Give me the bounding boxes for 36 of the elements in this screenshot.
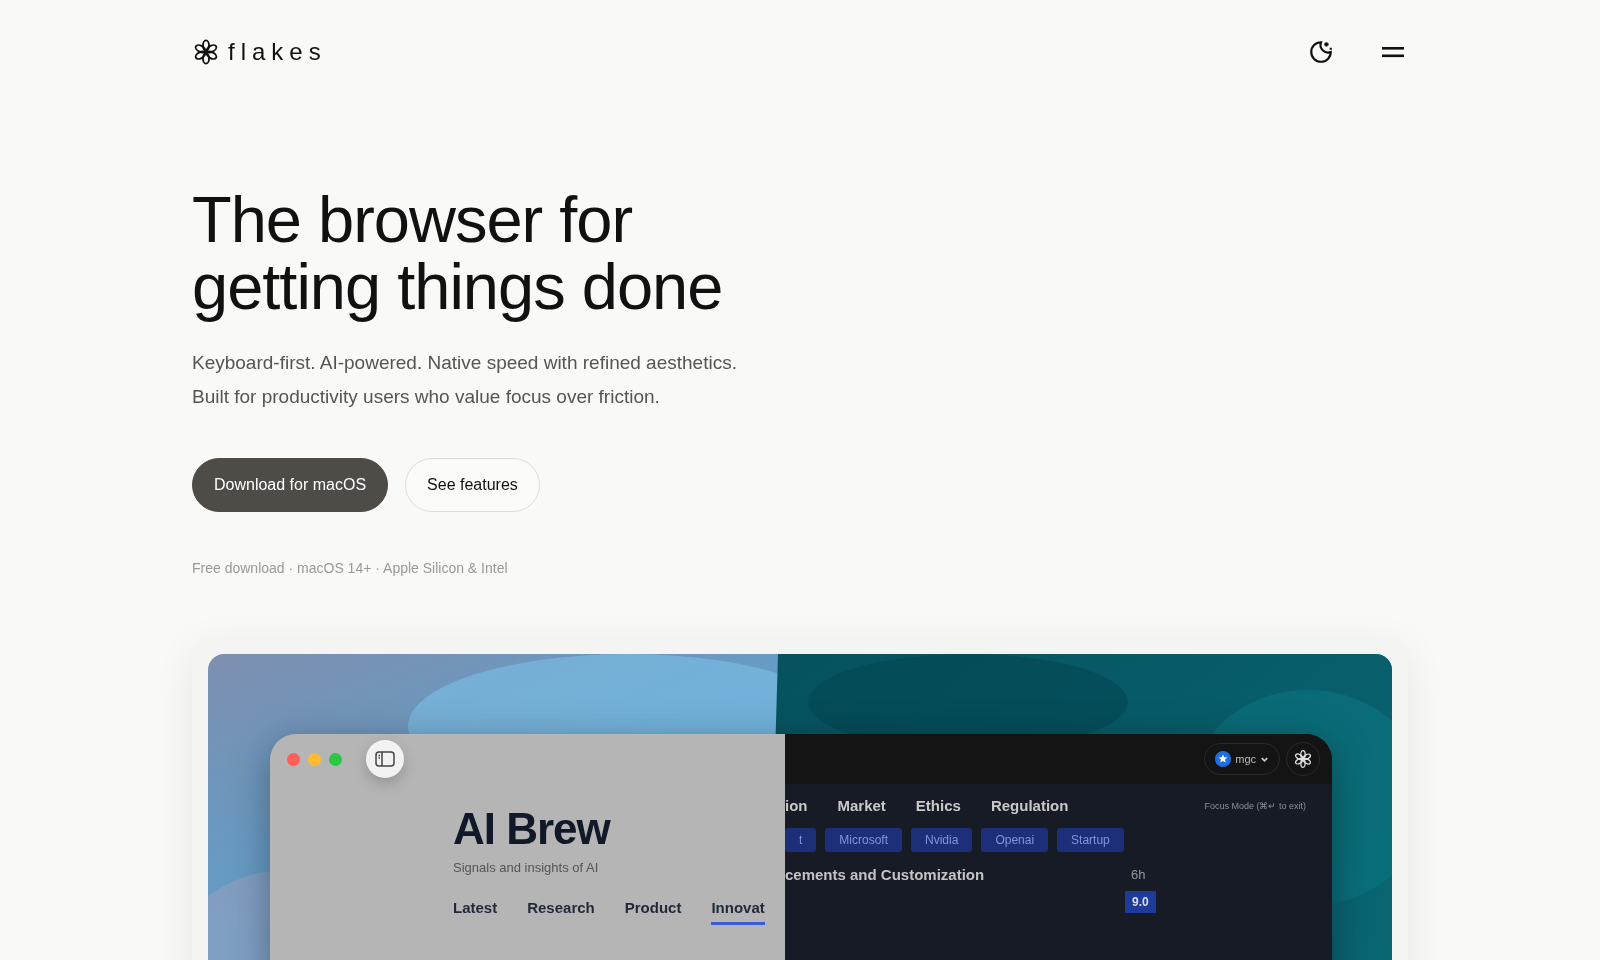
focus-mode-hint: Focus Mode (⌘↵ to exit): [1204, 800, 1306, 811]
minimize-dot-icon[interactable]: [308, 752, 321, 766]
story-title[interactable]: cements and Customization: [785, 866, 1125, 883]
category-tab[interactable]: Research: [527, 899, 595, 925]
topic-tag[interactable]: Startup: [1057, 828, 1124, 852]
flake-icon: [1293, 749, 1313, 769]
category-tab[interactable]: Regulation: [990, 797, 1069, 814]
category-tab[interactable]: Market: [837, 797, 886, 814]
moon-icon: [1308, 39, 1334, 65]
category-tab[interactable]: Latest: [453, 899, 498, 925]
category-tab[interactable]: Innovat: [711, 899, 765, 925]
category-tab[interactable]: Ethics: [915, 797, 961, 814]
sidebar-toggle-button[interactable]: [366, 740, 404, 778]
category-tab[interactable]: ion: [785, 797, 808, 814]
zoom-dot-icon[interactable]: [329, 752, 342, 766]
download-button[interactable]: Download for macOS: [192, 458, 389, 512]
app-title: AI Brew: [453, 804, 612, 854]
story-age: 6h: [1130, 867, 1147, 882]
topic-tag[interactable]: t: [785, 828, 817, 852]
brand-name: flakes: [228, 38, 327, 66]
flake-button[interactable]: [1286, 742, 1320, 776]
hero-description: Keyboard-first. AI-powered. Native speed with refined aesthetics. Built for productivity users who value focus over friction.: [192, 351, 738, 409]
topic-tag[interactable]: Nvidia: [911, 828, 973, 852]
menu-icon: [1382, 45, 1404, 59]
flake-logo-icon: [192, 38, 220, 66]
features-button[interactable]: See features: [405, 458, 540, 512]
download-note: Free download · macOS 14+ · Apple Silicon & Intel: [192, 560, 509, 576]
sidebar-icon: [375, 751, 395, 767]
close-dot-icon[interactable]: [287, 752, 300, 766]
hero-title: The browser for getting things done: [192, 186, 724, 320]
topic-tag[interactable]: Openai: [981, 828, 1049, 852]
app-subtitle: Signals and insights of AI: [453, 860, 600, 875]
topic-tag[interactable]: Microsoft: [825, 828, 903, 852]
category-tab[interactable]: Product: [624, 899, 682, 925]
score-label: 9.0: [1125, 891, 1156, 913]
account-button[interactable]: mgc: [1204, 743, 1280, 775]
